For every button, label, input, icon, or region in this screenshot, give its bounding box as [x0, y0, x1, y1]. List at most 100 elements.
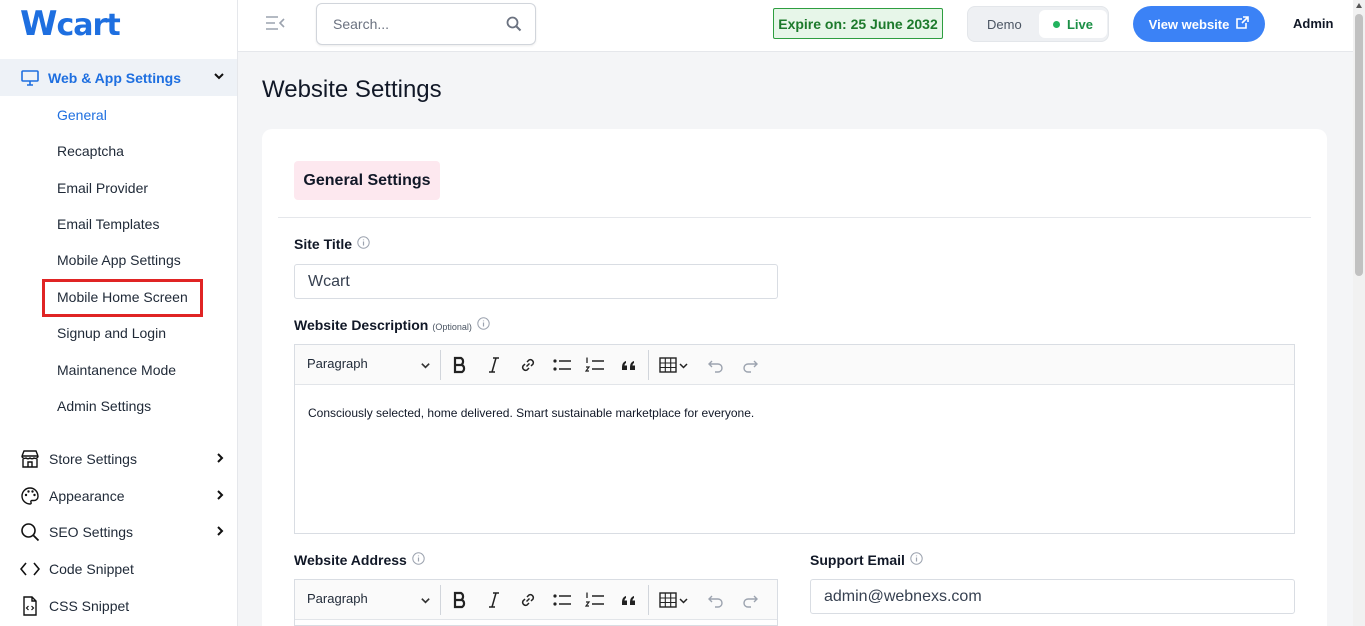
mode-live-label: Live — [1066, 16, 1093, 32]
numbered-list-icon[interactable] — [584, 356, 605, 379]
sidebar-item-recaptcha[interactable]: Recaptcha — [57, 143, 124, 159]
info-icon[interactable] — [412, 552, 425, 568]
sidebar-item-label: SEO Settings — [49, 524, 134, 540]
undo-icon[interactable] — [707, 356, 725, 379]
description-label: Website Description (Optional) — [294, 317, 490, 333]
address-label: Website Address — [294, 552, 425, 568]
file-code-icon — [20, 596, 40, 616]
toolbar-separator — [648, 350, 649, 380]
italic-icon[interactable] — [486, 356, 502, 379]
table-icon[interactable] — [659, 356, 689, 379]
highlight-box — [42, 279, 203, 317]
redo-icon[interactable] — [741, 356, 759, 379]
sidebar-item-mobile-app-settings[interactable]: Mobile App Settings — [57, 252, 181, 268]
blockquote-icon[interactable] — [620, 591, 638, 614]
table-icon[interactable] — [659, 591, 689, 614]
numbered-list-icon[interactable] — [584, 591, 605, 614]
store-icon — [20, 449, 40, 469]
sidebar-item-email-provider[interactable]: Email Provider — [57, 180, 148, 196]
sidebar: Wcart Web & App Settings General Recaptc… — [0, 0, 238, 626]
paragraph-select-label: Paragraph — [307, 591, 368, 606]
search-icon[interactable] — [506, 16, 522, 37]
page-scrollbar[interactable] — [1353, 0, 1365, 626]
support-email-input[interactable]: admin@webnexs.com — [810, 579, 1295, 614]
chevron-down-icon — [420, 594, 431, 609]
scroll-up-arrow-icon[interactable] — [1356, 3, 1362, 8]
blockquote-icon[interactable] — [620, 356, 638, 379]
chevron-down-icon — [420, 359, 431, 374]
external-link-icon — [1236, 16, 1250, 32]
description-label-text: Website Description — [294, 317, 429, 333]
sidebar-item-css-snippet[interactable]: CSS Snippet — [20, 594, 230, 618]
logo[interactable]: Wcart — [20, 4, 121, 44]
logo-w: W — [20, 4, 58, 44]
address-editor: Paragraph — [294, 579, 778, 626]
sidebar-item-label: Appearance — [49, 488, 125, 504]
sidebar-item-maintenance-mode[interactable]: Maintanence Mode — [57, 362, 176, 378]
description-text[interactable]: Consciously selected, home delivered. Sm… — [308, 406, 754, 420]
sidebar-section-web-app-settings[interactable]: Web & App Settings — [0, 59, 237, 96]
sidebar-item-label: Code Snippet — [49, 561, 134, 577]
site-title-label: Site Title — [294, 236, 370, 252]
bullet-list-icon[interactable] — [552, 591, 572, 614]
mode-demo-option[interactable]: Demo — [987, 17, 1022, 32]
menu-toggle-icon[interactable] — [265, 14, 285, 37]
chevron-down-icon — [213, 69, 225, 87]
info-icon[interactable] — [477, 317, 490, 333]
editor-toolbar: Paragraph — [295, 580, 777, 620]
paragraph-select[interactable]: Paragraph — [307, 591, 431, 606]
bullet-list-icon[interactable] — [552, 356, 572, 379]
bold-icon[interactable] — [452, 356, 468, 379]
link-icon[interactable] — [519, 356, 537, 379]
link-icon[interactable] — [519, 591, 537, 614]
bold-icon[interactable] — [452, 591, 468, 614]
search-icon — [20, 522, 40, 542]
chevron-right-icon — [214, 488, 226, 504]
sidebar-item-appearance[interactable]: Appearance — [20, 484, 230, 508]
logo-text: cart — [56, 8, 121, 43]
toolbar-separator — [440, 350, 441, 380]
info-icon[interactable] — [357, 236, 370, 252]
view-website-button[interactable]: View website — [1133, 6, 1265, 42]
sidebar-item-label: CSS Snippet — [49, 598, 130, 614]
site-title-input[interactable]: Wcart — [294, 264, 778, 299]
palette-icon — [20, 486, 40, 506]
sidebar-item-code-snippet[interactable]: Code Snippet — [20, 557, 230, 581]
monitor-icon — [21, 69, 39, 86]
search-box — [316, 3, 536, 45]
section-title: General Settings — [294, 161, 440, 200]
paragraph-select-label: Paragraph — [307, 356, 368, 371]
sidebar-section-label: Web & App Settings — [48, 69, 181, 86]
divider — [278, 217, 1311, 218]
admin-menu[interactable]: Admin — [1293, 16, 1333, 31]
view-website-label: View website — [1148, 16, 1230, 32]
italic-icon[interactable] — [486, 591, 502, 614]
sidebar-item-store-settings[interactable]: Store Settings — [20, 447, 230, 471]
chevron-right-icon — [214, 451, 226, 467]
editor-toolbar: Paragraph — [295, 345, 1294, 385]
sidebar-item-email-templates[interactable]: Email Templates — [57, 216, 159, 232]
mode-live-option[interactable]: Live — [1039, 10, 1107, 38]
expiry-badge: Expire on: 25 June 2032 — [773, 8, 943, 39]
description-editor: Paragraph Consciously selected, home del… — [294, 344, 1295, 534]
info-icon[interactable] — [910, 552, 923, 568]
code-icon — [20, 559, 40, 579]
sidebar-item-general[interactable]: General — [57, 107, 107, 123]
live-dot-icon — [1052, 20, 1060, 28]
redo-icon[interactable] — [741, 591, 759, 614]
address-label-text: Website Address — [294, 552, 407, 568]
scroll-thumb[interactable] — [1355, 14, 1363, 276]
site-title-label-text: Site Title — [294, 236, 353, 252]
sidebar-item-seo-settings[interactable]: SEO Settings — [20, 520, 230, 544]
sidebar-item-label: Store Settings — [49, 451, 137, 467]
sidebar-item-admin-settings[interactable]: Admin Settings — [57, 398, 151, 414]
support-email-label-text: Support Email — [810, 552, 905, 568]
search-input[interactable] — [333, 4, 503, 44]
undo-icon[interactable] — [707, 591, 725, 614]
sidebar-item-signup-login[interactable]: Signup and Login — [57, 325, 166, 341]
paragraph-select[interactable]: Paragraph — [307, 356, 431, 371]
chevron-right-icon — [214, 524, 226, 540]
page-title: Website Settings — [262, 76, 442, 103]
toolbar-separator — [648, 585, 649, 615]
optional-tag: (Optional) — [432, 321, 472, 332]
